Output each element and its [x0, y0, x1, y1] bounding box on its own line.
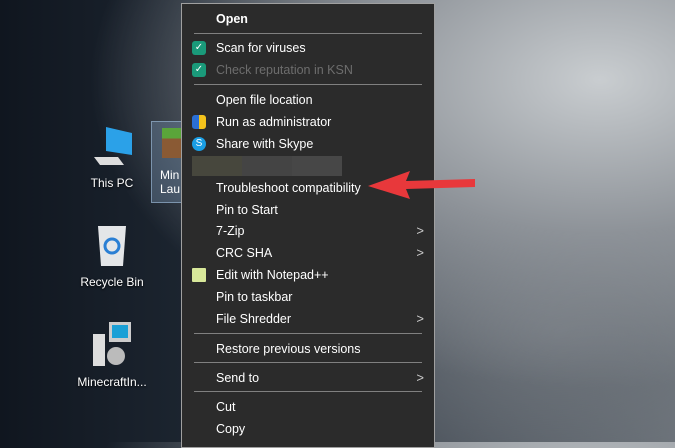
- menu-item-send-to[interactable]: Send to >: [182, 367, 434, 389]
- desktop-icon-this-pc[interactable]: This PC: [70, 125, 154, 190]
- monitor-icon: [94, 127, 132, 165]
- menu-item-pin-to-taskbar[interactable]: Pin to taskbar: [182, 286, 434, 308]
- menu-item-check-reputation[interactable]: ✓ Check reputation in KSN: [182, 59, 434, 81]
- menu-item-open-file-location[interactable]: Open file location: [182, 89, 434, 111]
- chevron-right-icon: >: [416, 223, 424, 238]
- menu-item-scan-viruses[interactable]: ✓ Scan for viruses: [182, 37, 434, 59]
- recycle-bin-icon: [98, 226, 126, 266]
- menu-item-restore-versions[interactable]: Restore previous versions: [182, 338, 434, 360]
- separator: [194, 333, 422, 334]
- menu-item-edit-notepad[interactable]: Edit with Notepad++: [182, 264, 434, 286]
- kaspersky-shield-icon: ✓: [192, 41, 206, 55]
- uac-shield-icon: [192, 115, 206, 129]
- redacted-item: [192, 156, 342, 176]
- chevron-right-icon: >: [416, 245, 424, 260]
- menu-item-open[interactable]: Open: [182, 8, 434, 30]
- chevron-right-icon: >: [416, 370, 424, 385]
- installer-icon: [93, 322, 131, 366]
- context-menu: Open ✓ Scan for viruses ✓ Check reputation…: [181, 3, 435, 448]
- chevron-right-icon: >: [416, 311, 424, 326]
- separator: [194, 33, 422, 34]
- menu-item-crc-sha[interactable]: CRC SHA >: [182, 242, 434, 264]
- menu-item-7zip[interactable]: 7-Zip >: [182, 220, 434, 242]
- menu-item-share-skype[interactable]: S Share with Skype: [182, 133, 434, 155]
- desktop-icon-minecraft-installer[interactable]: MinecraftIn...: [70, 320, 154, 389]
- kaspersky-shield-icon: ✓: [192, 63, 206, 77]
- notepad-plus-plus-icon: [192, 268, 206, 282]
- menu-item-file-shredder[interactable]: File Shredder >: [182, 308, 434, 330]
- separator: [194, 362, 422, 363]
- desktop-icon-recycle-bin[interactable]: Recycle Bin: [70, 222, 154, 289]
- menu-item-run-as-admin[interactable]: Run as administrator: [182, 111, 434, 133]
- menu-item-copy[interactable]: Copy: [182, 418, 434, 440]
- menu-item-cut[interactable]: Cut: [182, 396, 434, 418]
- separator: [194, 391, 422, 392]
- skype-icon: S: [192, 137, 206, 151]
- separator: [194, 84, 422, 85]
- red-arrow-annotation: [368, 171, 475, 199]
